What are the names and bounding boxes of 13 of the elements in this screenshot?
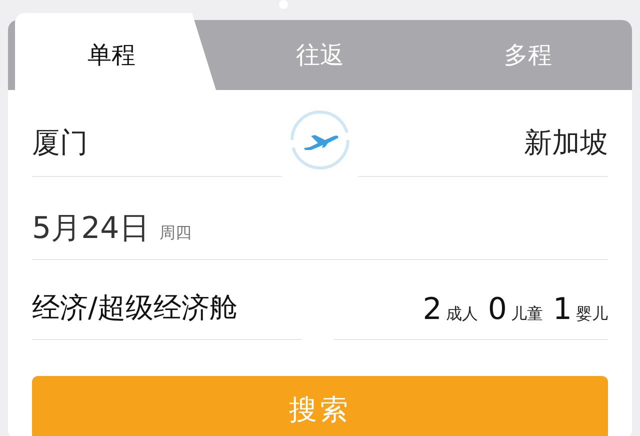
destination-city[interactable]: 新加坡 [358,104,608,176]
weekday-label: 周四 [159,223,192,244]
departure-date[interactable]: 5月24日 [32,208,150,249]
passenger-count: 0 [488,292,507,327]
departure-city[interactable]: 厦门 [32,104,282,176]
passenger-count: 2 [422,292,442,327]
passenger-type-label: 儿童 [510,304,543,325]
swap-plane-icon[interactable] [288,108,352,172]
passenger-count: 1 [552,292,572,327]
trip-tab[interactable]: 单程 [15,13,216,90]
passenger-type-label: 婴儿 [576,304,608,325]
passenger-type-label: 成人 [446,304,478,325]
cabin-class[interactable]: 经济/超级经济舱 [32,289,302,340]
